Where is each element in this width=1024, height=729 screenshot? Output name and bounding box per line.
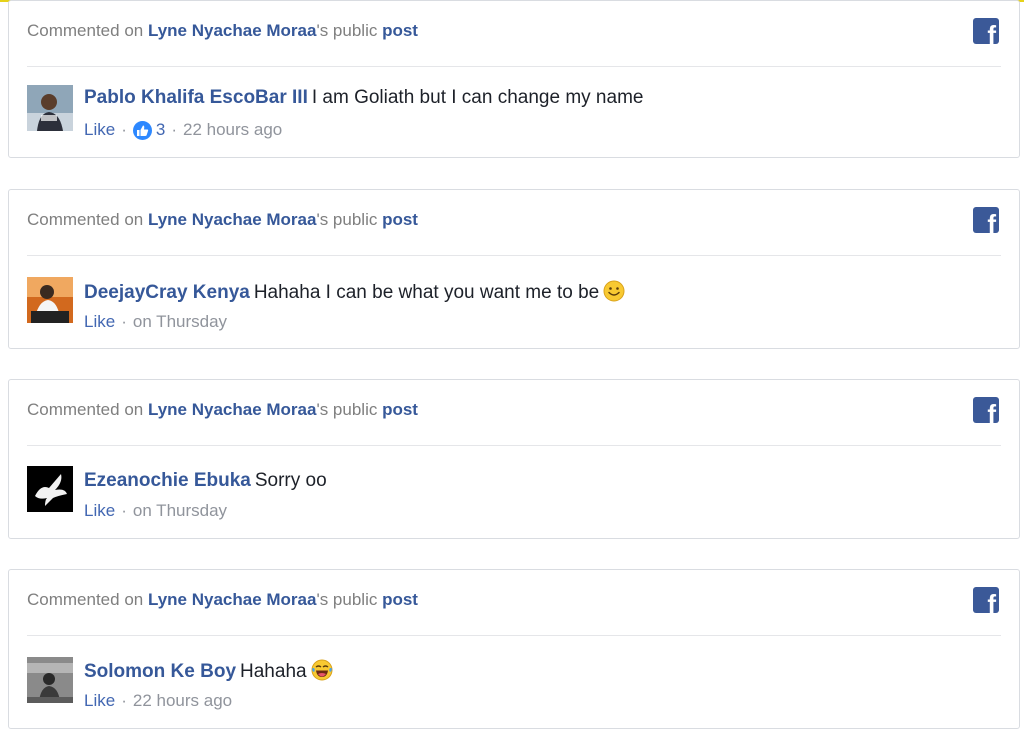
comment-body: Sorry oo [254, 470, 327, 491]
like-link[interactable]: Like [84, 691, 115, 711]
header-prefix: Commented on [27, 400, 148, 419]
header-prefix: Commented on [27, 210, 148, 229]
post-link[interactable]: post [382, 210, 418, 229]
comment-meta: Like · 3 · 22 hours ago [84, 120, 283, 140]
post-link[interactable]: post [382, 590, 418, 609]
card-header: Commented on Lyne Nyachae Moraa's public… [27, 210, 418, 230]
comment-text: Ezeanochie Ebuka Sorry oo [84, 470, 327, 492]
avatar[interactable] [27, 277, 73, 323]
comment-card: Commented on Lyne Nyachae Moraa's public… [8, 379, 1020, 539]
header-prefix: Commented on [27, 21, 148, 40]
comment-card: Commented on Lyne Nyachae Moraa's public… [8, 189, 1020, 349]
comment-author-link[interactable]: DeejayCray Kenya [84, 282, 250, 303]
page-name-link[interactable]: Lyne Nyachae Moraa [148, 400, 317, 419]
facebook-icon[interactable]: f [973, 18, 999, 44]
page-name-link[interactable]: Lyne Nyachae Moraa [148, 21, 317, 40]
timestamp[interactable]: 22 hours ago [133, 691, 232, 711]
divider [27, 255, 1001, 256]
card-header: Commented on Lyne Nyachae Moraa's public… [27, 21, 418, 41]
divider [27, 66, 1001, 67]
avatar[interactable] [27, 466, 73, 512]
post-link[interactable]: post [382, 400, 418, 419]
smiley-face-icon [603, 280, 625, 302]
comment-author-link[interactable]: Pablo Khalifa EscoBar III [84, 87, 308, 108]
avatar[interactable] [27, 85, 73, 131]
comment-card: Commented on Lyne Nyachae Moraa's public… [8, 0, 1020, 158]
facebook-icon[interactable]: f [973, 587, 999, 613]
card-header: Commented on Lyne Nyachae Moraa's public… [27, 590, 418, 610]
facebook-icon[interactable]: f [973, 207, 999, 233]
tears-of-joy-icon [311, 659, 333, 681]
like-link[interactable]: Like [84, 312, 115, 332]
comment-meta: Like · on Thursday [84, 501, 228, 521]
comment-text: DeejayCray Kenya Hahaha I can be what you… [84, 280, 625, 304]
header-mid: 's public [316, 210, 383, 229]
like-link[interactable]: Like [84, 501, 115, 521]
thumbs-up-icon[interactable] [132, 120, 152, 140]
header-mid: 's public [316, 21, 383, 40]
comment-body: Hahaha [240, 661, 307, 682]
comment-card: Commented on Lyne Nyachae Moraa's public… [8, 569, 1020, 729]
comment-body: Hahaha I can be what you want me to be [253, 282, 600, 303]
header-mid: 's public [316, 400, 383, 419]
page-name-link[interactable]: Lyne Nyachae Moraa [148, 210, 317, 229]
comment-text: Solomon Ke Boy Hahaha [84, 659, 333, 683]
avatar[interactable] [27, 657, 73, 703]
timestamp[interactable]: 22 hours ago [183, 120, 282, 140]
like-link[interactable]: Like [84, 120, 115, 140]
timestamp[interactable]: on Thursday [133, 312, 227, 332]
card-header: Commented on Lyne Nyachae Moraa's public… [27, 400, 418, 420]
divider [27, 445, 1001, 446]
reaction-count[interactable]: 3 [156, 120, 165, 140]
page-name-link[interactable]: Lyne Nyachae Moraa [148, 590, 317, 609]
header-mid: 's public [316, 590, 383, 609]
comment-author-link[interactable]: Ezeanochie Ebuka [84, 470, 251, 491]
facebook-icon[interactable]: f [973, 397, 999, 423]
comment-meta: Like · on Thursday [84, 312, 228, 332]
divider [27, 635, 1001, 636]
comment-body: I am Goliath but I can change my name [311, 87, 644, 108]
comment-text: Pablo Khalifa EscoBar III I am Goliath bu… [84, 87, 643, 109]
comment-author-link[interactable]: Solomon Ke Boy [84, 661, 236, 682]
post-link[interactable]: post [382, 21, 418, 40]
comment-meta: Like · 22 hours ago [84, 691, 233, 711]
header-prefix: Commented on [27, 590, 148, 609]
timestamp[interactable]: on Thursday [133, 501, 227, 521]
